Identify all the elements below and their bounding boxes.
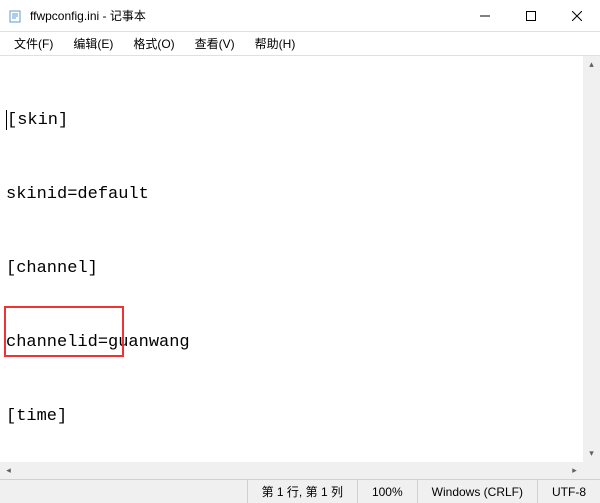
notepad-icon — [8, 8, 24, 24]
window-controls — [462, 0, 600, 31]
status-line-ending: Windows (CRLF) — [418, 480, 538, 503]
text-line: [time] — [6, 405, 594, 430]
menubar: 文件(F) 编辑(E) 格式(O) 查看(V) 帮助(H) — [0, 32, 600, 56]
scroll-left-arrow[interactable]: ◂ — [0, 462, 17, 479]
minimize-button[interactable] — [462, 0, 508, 31]
text-line: [skin] — [7, 111, 68, 130]
status-zoom: 100% — [358, 480, 418, 503]
close-button[interactable] — [554, 0, 600, 31]
menu-format[interactable]: 格式(O) — [127, 33, 180, 54]
vertical-scrollbar[interactable]: ▴ ▾ — [583, 56, 600, 462]
scroll-right-arrow[interactable]: ▸ — [566, 462, 583, 479]
maximize-button[interactable] — [508, 0, 554, 31]
menu-file[interactable]: 文件(F) — [8, 33, 59, 54]
menu-view[interactable]: 查看(V) — [189, 33, 241, 54]
text-line: [channel] — [6, 257, 594, 282]
status-spacer — [0, 480, 248, 503]
scroll-up-arrow[interactable]: ▴ — [583, 56, 600, 73]
status-position: 第 1 行, 第 1 列 — [248, 480, 358, 503]
menu-edit[interactable]: 编辑(E) — [67, 33, 119, 54]
menu-help[interactable]: 帮助(H) — [249, 33, 302, 54]
scroll-down-arrow[interactable]: ▾ — [583, 445, 600, 462]
scroll-corner — [583, 462, 600, 479]
statusbar: 第 1 行, 第 1 列 100% Windows (CRLF) UTF-8 — [0, 479, 600, 503]
horizontal-scrollbar[interactable]: ◂ ▸ — [0, 462, 583, 479]
text-editor[interactable]: [skin] skinid=default [channel] channeli… — [0, 56, 600, 479]
text-line: skinid=default — [6, 183, 594, 208]
status-encoding: UTF-8 — [538, 480, 600, 503]
text-line: channelid=guanwang — [6, 331, 594, 356]
window-title: ffwpconfig.ini - 记事本 — [30, 7, 462, 24]
titlebar: ffwpconfig.ini - 记事本 — [0, 0, 600, 32]
editor-area: [skin] skinid=default [channel] channeli… — [0, 56, 600, 479]
